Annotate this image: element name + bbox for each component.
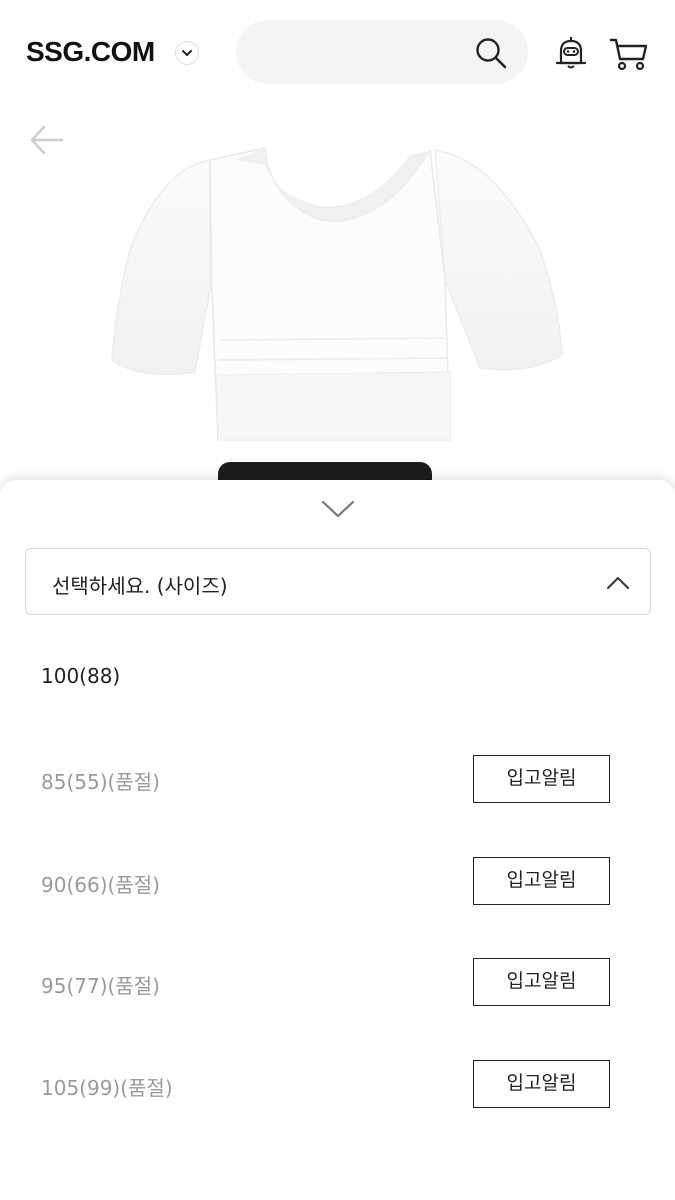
restock-alert-button[interactable]: 입고알림 [473,958,610,1006]
logo[interactable]: SSG.COM [26,36,155,68]
restock-alert-button[interactable]: 입고알림 [473,755,610,803]
size-option-100[interactable]: 100(88) [41,664,120,688]
arrow-left-icon[interactable] [28,123,64,161]
size-option-105: 105(99)(품절) [41,1076,173,1100]
chevron-up-icon [606,575,630,595]
cart-icon[interactable] [609,36,649,76]
chevron-down-icon[interactable] [175,41,199,65]
size-select-label: 선택하세요. (사이즈) [52,574,228,598]
size-option-85: 85(55)(품절) [41,770,160,794]
product-image [100,140,570,454]
size-select[interactable]: 선택하세요. (사이즈) [25,548,651,615]
restock-alert-button[interactable]: 입고알림 [473,857,610,905]
header: SSG.COM [0,0,675,105]
restock-alert-button[interactable]: 입고알림 [473,1060,610,1108]
size-option-95: 95(77)(품절) [41,974,160,998]
bell-icon[interactable] [553,36,589,76]
search-icon[interactable] [474,36,508,74]
size-option-90: 90(66)(품절) [41,873,160,897]
chevron-down-icon[interactable] [321,499,355,523]
